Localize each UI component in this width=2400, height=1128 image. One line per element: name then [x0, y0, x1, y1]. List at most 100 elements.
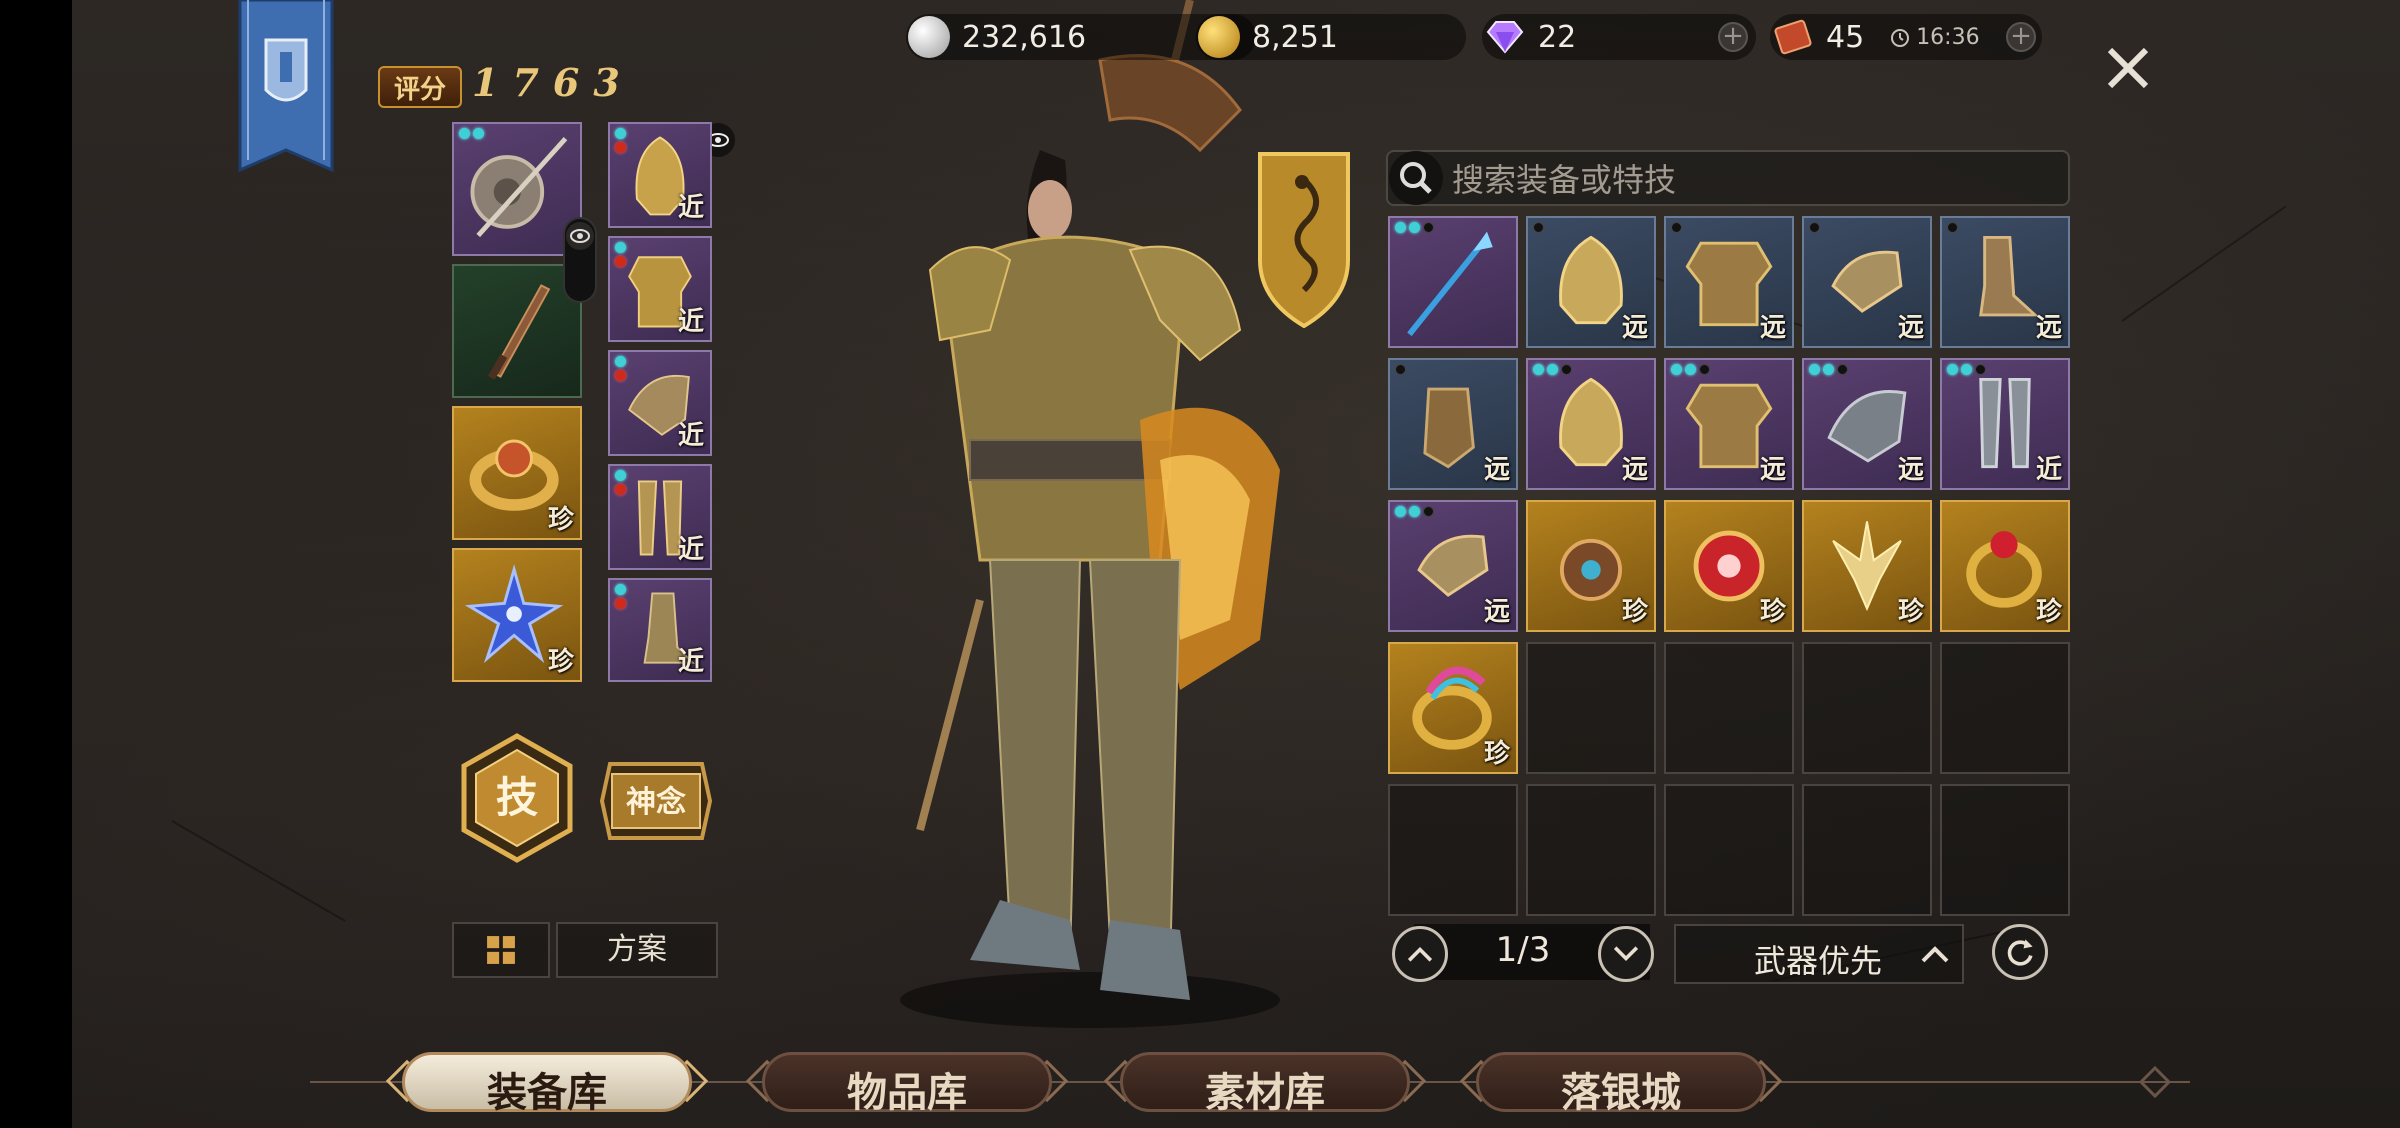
inventory-slot-empty[interactable]: [1802, 784, 1932, 916]
inventory-slot-empty[interactable]: [1526, 642, 1656, 774]
inventory-slot[interactable]: 珍: [1802, 500, 1932, 632]
refresh-icon: [2007, 939, 2033, 966]
inventory-slot[interactable]: 珍: [1526, 500, 1656, 632]
tab-materials[interactable]: 素材库: [1100, 1046, 1430, 1118]
plan-button[interactable]: 方案: [556, 922, 718, 978]
inventory-slot[interactable]: 珍: [1940, 500, 2070, 632]
gold-value: 8,251: [1252, 19, 1338, 55]
page-indicator: 1/3: [1495, 930, 1551, 970]
tab-equipment[interactable]: 装备库: [382, 1046, 712, 1118]
equipped-accessory-1[interactable]: 珍: [452, 406, 582, 540]
tab-silver-city[interactable]: 落银城: [1456, 1046, 1786, 1118]
layout-grid-button[interactable]: [452, 922, 550, 978]
inventory-slot[interactable]: 远: [1388, 500, 1518, 632]
gem-sockets: [1947, 222, 1958, 233]
add-ticket-button[interactable]: +: [2006, 22, 2036, 52]
silver-value: 232,616: [962, 19, 1087, 55]
rarity-tag: 珍: [1483, 739, 1510, 769]
tab-label: 素材库: [1205, 1069, 1325, 1116]
ornament-icon: [2120, 1065, 2190, 1099]
equipped-accessory-2[interactable]: 珍: [452, 548, 582, 682]
rarity-tag: 近: [677, 535, 704, 565]
chevron-up-icon: [1921, 946, 1949, 963]
class-crest-icon[interactable]: [1256, 150, 1352, 328]
gem-sockets: [1533, 222, 1544, 233]
rarity-tag: 远: [1483, 455, 1510, 485]
rarity-tag: 近: [677, 421, 704, 451]
skill-button-label: 技: [496, 773, 538, 822]
gem-sockets: [1395, 506, 1434, 517]
sort-dropdown[interactable]: 武器优先: [1674, 924, 1964, 984]
diamond-icon: [1486, 21, 1524, 54]
rarity-tag: 远: [1759, 455, 1786, 485]
rarity-tag: 近: [677, 647, 704, 677]
visibility-toggle[interactable]: [562, 216, 598, 304]
search-input[interactable]: [1452, 160, 2052, 200]
inventory-slot[interactable]: 远: [1388, 358, 1518, 490]
equipped-chest[interactable]: 近: [608, 236, 712, 342]
staff-icon: [1407, 231, 1493, 337]
silver-coin-icon: [908, 16, 950, 58]
inventory-slot-empty[interactable]: [1940, 784, 2070, 916]
gem-sockets: [1395, 364, 1406, 375]
equipped-helmet[interactable]: 近: [608, 122, 712, 228]
inventory-slot[interactable]: 近: [1940, 358, 2070, 490]
rarity-tag: 远: [1483, 597, 1510, 627]
rarity-tag: 珍: [547, 647, 574, 677]
character-model[interactable]: [860, 0, 1320, 1040]
gold-currency: 8,251: [1196, 14, 1466, 60]
inventory-slot[interactable]: 远: [1526, 358, 1656, 490]
ticket-icon: [1774, 19, 1812, 55]
rarity-tag: 珍: [1621, 597, 1648, 627]
diamond-currency: 22: [1482, 14, 1756, 60]
add-diamond-button[interactable]: +: [1718, 22, 1748, 52]
rarity-tag: 珍: [1897, 597, 1924, 627]
rarity-tag: 近: [2035, 455, 2062, 485]
rarity-tag: 近: [677, 307, 704, 337]
gem-sockets: [1947, 364, 1986, 375]
close-button[interactable]: [2100, 40, 2156, 96]
rarity-tag: 近: [677, 193, 704, 223]
inventory-slot-empty[interactable]: [1940, 642, 2070, 774]
inventory-slot[interactable]: 远: [1664, 358, 1794, 490]
ticket-value: 45: [1826, 19, 1865, 55]
equipped-legs[interactable]: 近: [608, 464, 712, 570]
gold-coin-icon: [1198, 16, 1240, 58]
inventory-slot-empty[interactable]: [1802, 642, 1932, 774]
rarity-tag: 珍: [547, 505, 574, 535]
tab-items[interactable]: 物品库: [742, 1046, 1072, 1118]
sort-label: 武器优先: [1754, 942, 1883, 980]
page-down-button[interactable]: [1598, 926, 1654, 982]
inventory-slot[interactable]: [1388, 216, 1518, 348]
rarity-tag: 珍: [2035, 597, 2062, 627]
alarm-clock-icon: [1891, 29, 1910, 47]
inventory-slot-empty[interactable]: [1526, 784, 1656, 916]
equipped-shoulder[interactable]: 近: [608, 350, 712, 456]
inventory-slot-empty[interactable]: [1664, 784, 1794, 916]
page-up-button[interactable]: [1392, 926, 1448, 982]
guild-banner-icon[interactable]: [236, 0, 336, 190]
inventory-slot[interactable]: 远: [1664, 216, 1794, 348]
inventory-slot[interactable]: 远: [1940, 216, 2070, 348]
grid-icon: [487, 936, 515, 964]
skill-button[interactable]: 技: [458, 732, 576, 864]
gem-sockets: [1671, 222, 1682, 233]
inventory-slot[interactable]: 远: [1802, 216, 1932, 348]
mind-button[interactable]: 神念: [598, 760, 714, 842]
inventory-slot-empty[interactable]: [1388, 784, 1518, 916]
equipped-boots[interactable]: 近: [608, 578, 712, 682]
search-icon: [1389, 151, 1443, 205]
rarity-tag: 远: [1621, 455, 1648, 485]
diamond-value: 22: [1538, 19, 1577, 55]
rarity-tag: 远: [1759, 313, 1786, 343]
chevron-up-icon: [1407, 946, 1433, 962]
inventory-slot[interactable]: 珍: [1664, 500, 1794, 632]
inventory-slot[interactable]: 珍: [1388, 642, 1518, 774]
inventory-slot[interactable]: 远: [1526, 216, 1656, 348]
inventory-slot[interactable]: 远: [1802, 358, 1932, 490]
rarity-tag: 远: [1897, 455, 1924, 485]
inventory-slot-empty[interactable]: [1664, 642, 1794, 774]
refresh-button[interactable]: [1992, 924, 2048, 980]
score-value: 1763: [472, 60, 634, 105]
search-bar[interactable]: [1386, 150, 2070, 206]
